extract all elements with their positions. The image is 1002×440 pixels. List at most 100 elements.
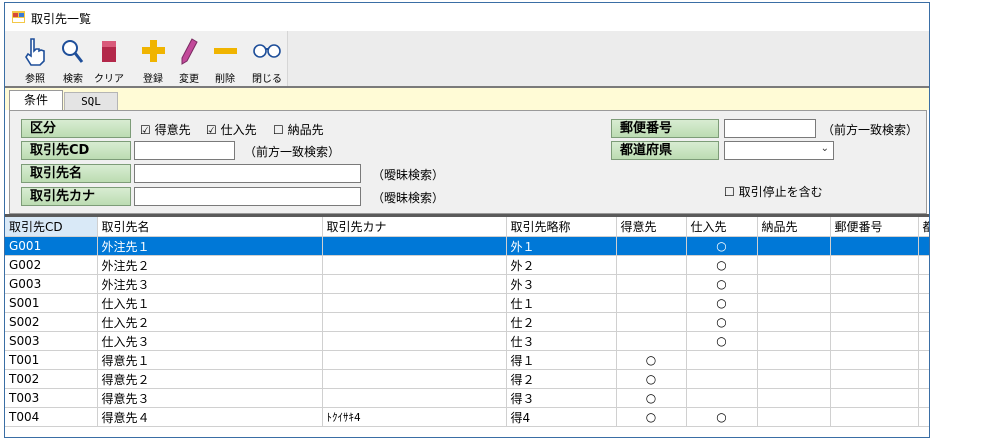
cell-deli[interactable] (757, 331, 831, 351)
cell-supp[interactable]: ○ (686, 274, 758, 294)
checkbox-delivery[interactable]: ☐ 納品先 (273, 121, 324, 138)
cell-supp[interactable]: ○ (686, 293, 758, 313)
cell-supp[interactable]: ○ (686, 255, 758, 275)
cell-name[interactable]: 得意先２ (97, 369, 323, 389)
cell-cd[interactable]: S003 (5, 331, 98, 351)
table-row[interactable]: G003 外注先３ 外３ ○ (5, 274, 929, 294)
cell-deli[interactable] (757, 293, 831, 313)
cell-pref[interactable] (918, 236, 929, 256)
cell-supp[interactable]: ○ (686, 407, 758, 427)
cell-zip[interactable] (830, 331, 919, 351)
cell-name[interactable]: 仕入先３ (97, 331, 323, 351)
cell-pref[interactable] (918, 293, 929, 313)
tab-conditions[interactable]: 条件 (9, 90, 63, 111)
cell-kana[interactable] (322, 274, 507, 294)
cell-cust[interactable] (616, 293, 687, 313)
cell-deli[interactable] (757, 388, 831, 408)
cell-cust[interactable]: ○ (616, 369, 687, 389)
column-header[interactable]: 取引先CD (5, 217, 98, 237)
cell-cust[interactable] (616, 331, 687, 351)
cell-cust[interactable] (616, 236, 687, 256)
column-header[interactable]: 取引先名 (97, 217, 323, 237)
column-header[interactable]: 仕入先 (686, 217, 758, 237)
checkbox-supplier[interactable]: ☑ 仕入先 (206, 121, 257, 138)
checkbox-include-stopped[interactable]: ☐ 取引停止を含む (724, 183, 823, 200)
cell-deli[interactable] (757, 274, 831, 294)
table-row[interactable]: S003 仕入先３ 仕３ ○ (5, 331, 929, 351)
name-input[interactable] (134, 164, 361, 183)
cell-kana[interactable] (322, 293, 507, 313)
cell-supp[interactable] (686, 388, 758, 408)
cell-zip[interactable] (830, 236, 919, 256)
cell-abbr[interactable]: 仕３ (506, 331, 617, 351)
table-row[interactable]: S001 仕入先１ 仕１ ○ (5, 293, 929, 313)
cell-cd[interactable]: G003 (5, 274, 98, 294)
cell-name[interactable]: 仕入先２ (97, 312, 323, 332)
table-row[interactable]: T003 得意先３ 得３ ○ (5, 388, 929, 408)
cell-abbr[interactable]: 外２ (506, 255, 617, 275)
cell-pref[interactable] (918, 312, 929, 332)
cell-zip[interactable] (830, 255, 919, 275)
cell-cd[interactable]: T003 (5, 388, 98, 408)
cell-cust[interactable]: ○ (616, 350, 687, 370)
cell-kana[interactable] (322, 236, 507, 256)
cell-zip[interactable] (830, 274, 919, 294)
cell-pref[interactable] (918, 274, 929, 294)
cell-cust[interactable]: ○ (616, 388, 687, 408)
cell-name[interactable]: 外注先２ (97, 255, 323, 275)
cell-pref[interactable] (918, 388, 929, 408)
table-row[interactable]: G002 外注先２ 外２ ○ (5, 255, 929, 275)
cell-abbr[interactable]: 得２ (506, 369, 617, 389)
cell-zip[interactable] (830, 407, 919, 427)
cell-zip[interactable] (830, 369, 919, 389)
table-row[interactable]: T004 得意先４ ﾄｸｲｻｷ4 得4 ○ ○ (5, 407, 929, 427)
cell-deli[interactable] (757, 407, 831, 427)
cell-abbr[interactable]: 得4 (506, 407, 617, 427)
cell-pref[interactable] (918, 350, 929, 370)
cell-name[interactable]: 外注先３ (97, 274, 323, 294)
column-header[interactable]: 得意先 (616, 217, 687, 237)
cell-deli[interactable] (757, 350, 831, 370)
cell-abbr[interactable]: 仕２ (506, 312, 617, 332)
cell-cust[interactable] (616, 255, 687, 275)
table-row[interactable]: G001 外注先１ 外１ ○ (5, 236, 929, 256)
cell-cust[interactable] (616, 312, 687, 332)
table-row[interactable]: T002 得意先２ 得２ ○ (5, 369, 929, 389)
register-button[interactable]: 登録 (135, 33, 171, 85)
column-header[interactable]: 納品先 (757, 217, 831, 237)
cell-zip[interactable] (830, 388, 919, 408)
tab-sql[interactable]: SQL (64, 92, 118, 110)
cell-cust[interactable] (616, 274, 687, 294)
checkbox-customer[interactable]: ☑ 得意先 (140, 121, 191, 138)
delete-button[interactable]: 削除 (207, 33, 243, 85)
cell-cd[interactable]: G002 (5, 255, 98, 275)
cell-pref[interactable] (918, 369, 929, 389)
pref-select[interactable]: ⌄ (724, 141, 834, 160)
cell-supp[interactable] (686, 369, 758, 389)
cell-supp[interactable]: ○ (686, 331, 758, 351)
edit-button[interactable]: 変更 (171, 33, 207, 85)
search-button[interactable]: 検索 (55, 33, 91, 85)
cell-abbr[interactable]: 外３ (506, 274, 617, 294)
cell-kana[interactable] (322, 369, 507, 389)
cell-cd[interactable]: G001 (5, 236, 98, 256)
cell-kana[interactable] (322, 312, 507, 332)
cell-name[interactable]: 得意先４ (97, 407, 323, 427)
cell-cd[interactable]: S001 (5, 293, 98, 313)
cell-pref[interactable] (918, 331, 929, 351)
cell-cd[interactable]: T004 (5, 407, 98, 427)
cell-cd[interactable]: S002 (5, 312, 98, 332)
cell-name[interactable]: 得意先３ (97, 388, 323, 408)
table-row[interactable]: S002 仕入先２ 仕２ ○ (5, 312, 929, 332)
cell-pref[interactable] (918, 407, 929, 427)
reference-button[interactable]: 参照 (17, 33, 53, 85)
cell-kana[interactable] (322, 388, 507, 408)
cell-cd[interactable]: T002 (5, 369, 98, 389)
table-row[interactable]: T001 得意先１ 得１ ○ (5, 350, 929, 370)
cell-deli[interactable] (757, 369, 831, 389)
cell-zip[interactable] (830, 293, 919, 313)
cell-kana[interactable] (322, 255, 507, 275)
cell-deli[interactable] (757, 312, 831, 332)
zip-input[interactable] (724, 119, 816, 138)
kana-input[interactable] (134, 187, 361, 206)
